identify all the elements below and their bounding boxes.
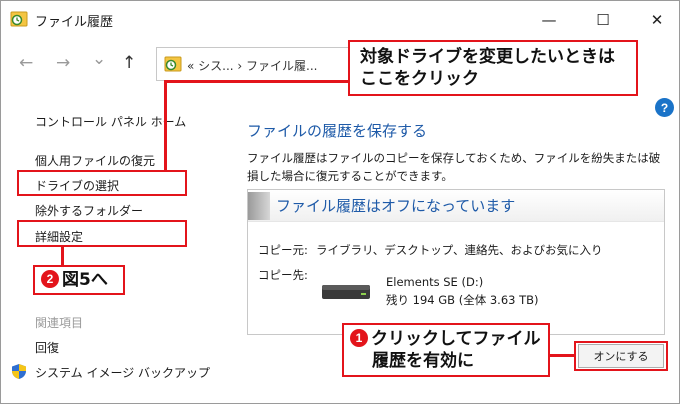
external-drive-icon [322,285,370,299]
page-title: ファイルの履歴を保存する [247,122,428,140]
turn-on-highlight [574,341,668,371]
file-history-app-icon [10,11,28,27]
copy-from-value: ライブラリ、デスクトップ、連絡先、およびお気に入り [316,243,603,257]
control-panel-icon [164,56,182,72]
enable-callout-connector [549,354,575,357]
recovery-link[interactable]: 回復 [35,339,59,356]
enable-history-callout: 1 クリックしてファイル 履歴を有効に [342,323,550,377]
window-title: ファイル履歴 [35,15,114,30]
title-bar: ファイル履歴 — ☐ ✕ [1,1,679,39]
step-1-badge: 1 [350,329,368,347]
copy-to-label: コピー先: [258,268,308,282]
status-stripe [248,192,270,220]
copy-from-label: コピー元: [258,243,308,257]
enable-callout-line-1: クリックしてファイル [371,329,541,349]
drive-callout-connector-horizontal [164,80,349,83]
file-history-window: ファイル履歴 — ☐ ✕ ← → ⌄ ↑ « シス... › ファイル履... … [0,0,680,404]
drive-change-callout: 対象ドライブを変更したいときは ここをクリック [348,40,638,96]
related-header: 関連項目 [35,316,84,330]
status-header: ファイル履歴はオフになっています [248,190,664,222]
back-arrow-icon[interactable]: ← [19,53,33,73]
status-title: ファイル履歴はオフになっています [276,197,516,215]
drive-free-space: 残り 194 GB (全体 3.63 TB) [386,293,539,307]
fig5-callout: 2 図5へ [33,265,125,295]
recent-locations-chevron-icon[interactable]: ⌄ [92,49,106,69]
restore-personal-files-link[interactable]: 個人用ファイルの復元 [35,152,155,169]
enable-callout-line-2: 履歴を有効に [372,351,474,371]
help-icon[interactable]: ? [655,98,674,117]
page-description: ファイル履歴はファイルのコピーを保存しておくため、ファイルを紛失または破損した場… [247,151,661,183]
exclude-folders-link[interactable]: 除外するフォルダー [35,202,143,219]
close-button[interactable]: ✕ [639,7,675,33]
drive-callout-connector-vertical [164,81,167,171]
status-panel: ファイル履歴はオフになっています コピー元: ライブラリ、デスクトップ、連絡先、… [247,189,665,335]
minimize-button[interactable]: — [531,7,567,33]
shield-icon [12,364,26,379]
fig5-callout-text: 図5へ [62,270,108,290]
drive-callout-line-2: ここをクリック [360,69,479,89]
step-2-badge: 2 [41,270,59,288]
drive-callout-line-1: 対象ドライブを変更したいときは [360,47,615,67]
address-path: « シス... › ファイル履... [187,59,318,73]
select-drive-highlight [17,170,187,196]
fig5-callout-connector [61,246,64,266]
advanced-settings-highlight [17,220,187,247]
drive-name: Elements SE (D:) [386,275,484,289]
forward-arrow-icon[interactable]: → [56,53,70,73]
up-arrow-icon[interactable]: ↑ [122,53,136,73]
maximize-button[interactable]: ☐ [585,7,621,33]
system-image-backup-link[interactable]: システム イメージ バックアップ [35,364,210,381]
